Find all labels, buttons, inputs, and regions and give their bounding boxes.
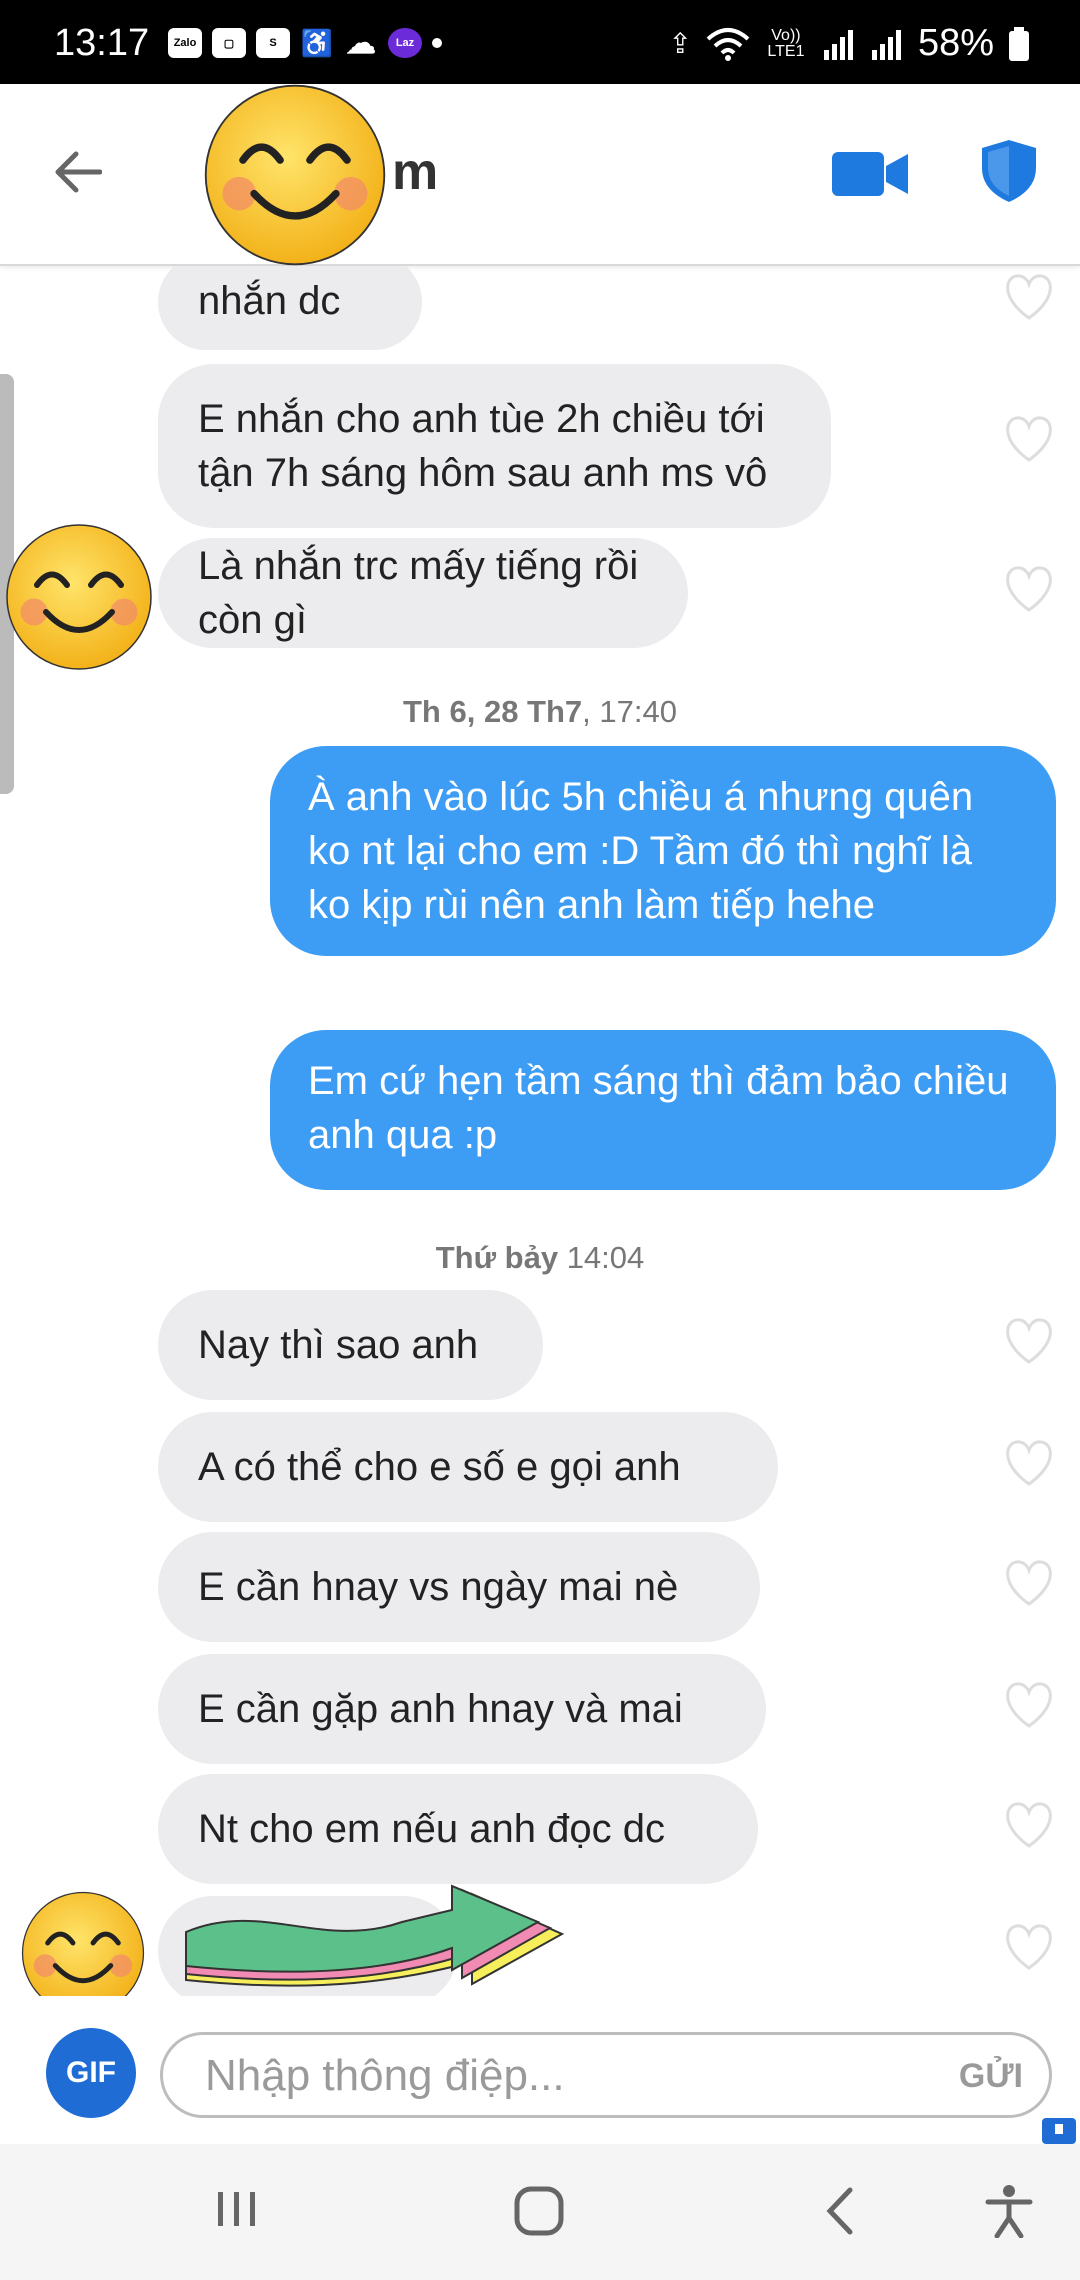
like-heart-icon[interactable]	[1002, 1558, 1056, 1608]
battery-icon	[1009, 26, 1029, 61]
incoming-message[interactable]: E cần gặp anh hnay và mai	[158, 1654, 766, 1764]
notification-icons: Zalo ▢ S ♿ ☁ Laz	[168, 26, 442, 60]
contact-name[interactable]: m	[392, 142, 438, 202]
shopee-icon: S	[256, 28, 290, 58]
incoming-message[interactable]: E cần hnay vs ngày mai nè	[158, 1532, 760, 1642]
date-stamp: Thứ bảy 14:04	[435, 1240, 645, 1275]
zalo-icon: Zalo	[168, 28, 202, 58]
like-heart-icon[interactable]	[1002, 1922, 1056, 1972]
chat-header: m	[0, 84, 1080, 266]
battery-percent: 58%	[917, 22, 994, 64]
signal-icon-2	[871, 29, 901, 60]
message-placeholder: Nhập thông điệp...	[205, 2051, 565, 2100]
message-list[interactable]: Mà e nhắn dc E nhắn cho anh tùe 2h chiều…	[0, 266, 1080, 1996]
network-label: Vo)) LTE1	[767, 26, 805, 60]
send-button[interactable]: GỬI	[959, 2057, 1023, 2096]
compose-bar: GIF Nhập thông điệp... GỬI	[0, 1996, 1080, 2144]
outgoing-message[interactable]: À anh vào lúc 5h chiều á nhưng quên ko n…	[270, 746, 1056, 956]
like-heart-icon[interactable]	[1002, 1800, 1056, 1850]
incoming-message[interactable]: Là nhắn trc mấy tiếng rồi còn gì	[158, 538, 688, 648]
date-stamp: Th 6, 28 Th7, 17:40	[403, 694, 677, 729]
recent-apps-icon[interactable]	[212, 2184, 262, 2234]
system-icons: ⇪ Vo)) LTE1 58%	[668, 22, 1030, 65]
back-arrow-icon[interactable]	[52, 150, 102, 194]
lock-badge-icon	[1042, 2118, 1076, 2144]
arrow-sticker-icon	[185, 1884, 565, 1987]
incoming-message[interactable]: Nay thì sao anh	[158, 1290, 543, 1400]
incoming-message[interactable]: Mà e nhắn dc	[158, 266, 422, 350]
wifi-icon	[706, 27, 750, 61]
like-heart-icon[interactable]	[1002, 414, 1056, 464]
like-heart-icon[interactable]	[1002, 1680, 1056, 1730]
like-heart-icon[interactable]	[1002, 272, 1056, 322]
safety-shield-icon[interactable]	[982, 140, 1036, 202]
message-input[interactable]: Nhập thông điệp... GỬI	[160, 2032, 1052, 2118]
home-icon[interactable]	[512, 2184, 566, 2238]
accessibility-icon[interactable]	[984, 2184, 1034, 2238]
incoming-message[interactable]: E nhắn cho anh tùe 2h chiều tới tận 7h s…	[158, 364, 831, 528]
sender-avatar-smiley-icon[interactable]	[20, 1890, 146, 1996]
bag-icon: ▢	[212, 28, 246, 58]
incoming-message[interactable]: Nt cho em nếu anh đọc dc	[158, 1774, 758, 1884]
signal-icon	[823, 29, 853, 60]
upload-icon: ⇪	[668, 28, 692, 59]
clock: 13:17	[54, 22, 150, 64]
contact-avatar-smiley-icon[interactable]	[202, 82, 388, 268]
sender-avatar-smiley-icon[interactable]	[4, 522, 154, 672]
outgoing-message[interactable]: Em cứ hẹn tầm sáng thì đảm bảo chiều anh…	[270, 1030, 1056, 1190]
like-heart-icon[interactable]	[1002, 564, 1056, 614]
gif-button[interactable]: GIF	[46, 2028, 136, 2118]
incoming-message[interactable]: A có thể cho e số e gọi anh	[158, 1412, 778, 1522]
status-bar: 13:17 Zalo ▢ S ♿ ☁ Laz ⇪ Vo)) LTE1 58%	[0, 0, 1080, 84]
lazada-icon: Laz	[388, 28, 422, 58]
video-call-icon[interactable]	[832, 150, 908, 198]
more-dot-icon	[432, 38, 442, 48]
accessibility-icon: ♿	[300, 27, 334, 58]
like-heart-icon[interactable]	[1002, 1438, 1056, 1488]
cloud-icon: ☁	[346, 26, 376, 60]
system-navigation-bar	[0, 2144, 1080, 2280]
back-nav-icon[interactable]	[820, 2184, 860, 2238]
like-heart-icon[interactable]	[1002, 1316, 1056, 1366]
